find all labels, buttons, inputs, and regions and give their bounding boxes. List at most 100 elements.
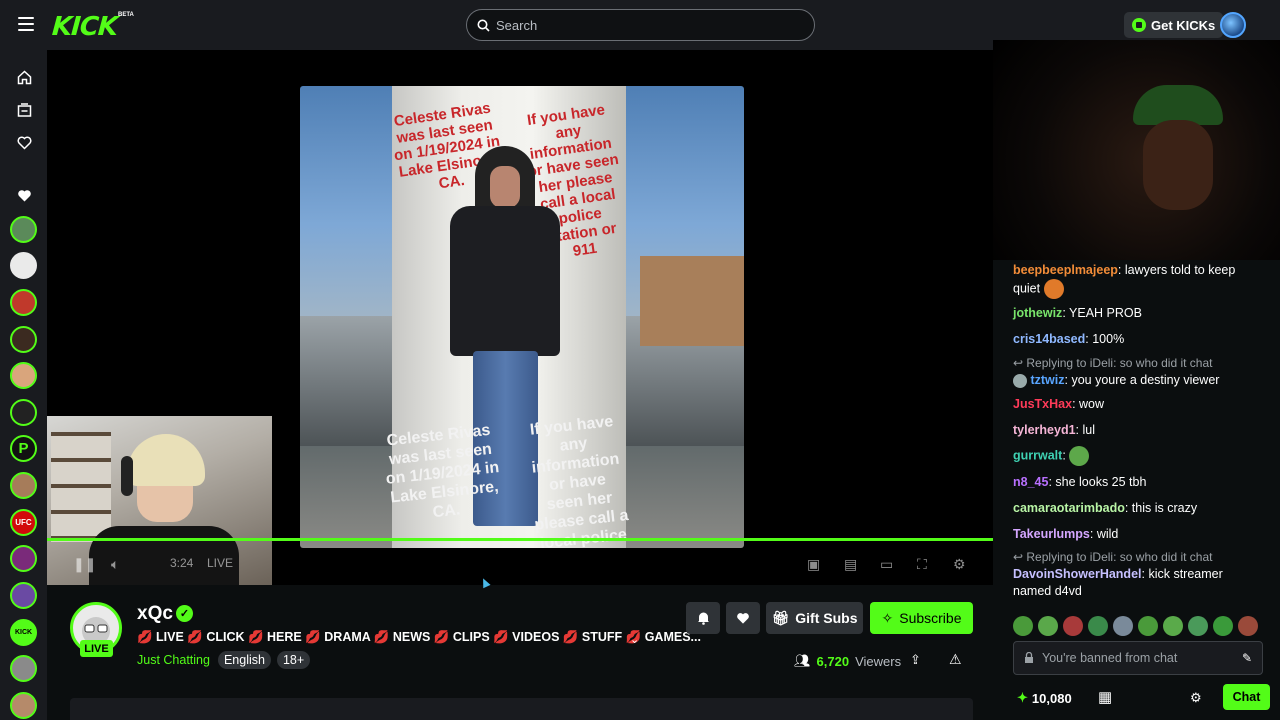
emote-icon[interactable] bbox=[1013, 616, 1033, 636]
tag-mature[interactable]: 18+ bbox=[276, 651, 311, 669]
chat-text: : YEAH PROB bbox=[1062, 306, 1142, 320]
sidebar-channel-avatar[interactable] bbox=[10, 252, 37, 279]
emote-icon[interactable] bbox=[1038, 616, 1058, 636]
fullscreen-icon[interactable]: ⛶ bbox=[917, 556, 927, 573]
category-link[interactable]: Just Chatting bbox=[137, 653, 210, 667]
subscribe-label: Subscribe bbox=[899, 610, 962, 626]
subscribe-button[interactable]: ✧ Subscribe bbox=[870, 602, 973, 634]
channel-points[interactable]: ✦ 10,080 bbox=[1017, 690, 1072, 706]
chat-text: : she looks 25 tbh bbox=[1048, 475, 1147, 489]
sidebar-channel-avatar[interactable] bbox=[10, 326, 37, 353]
sidebar-channel-avatar[interactable] bbox=[10, 545, 37, 572]
clip-icon[interactable]: ▤ bbox=[844, 556, 857, 573]
reply-context[interactable]: ↩ Replying to iDeli: so who did it chat bbox=[1013, 355, 1263, 372]
chat-message: JusTxHax: wow bbox=[1013, 396, 1263, 413]
sidebar-channel-avatar-ufc[interactable]: UFC bbox=[10, 509, 37, 536]
lock-icon bbox=[1025, 652, 1033, 663]
bell-icon bbox=[697, 612, 709, 625]
chat-username[interactable]: camaraotarimbado bbox=[1013, 501, 1125, 515]
chat-settings-gear-icon[interactable]: ⚙ bbox=[1190, 690, 1202, 706]
user-avatar[interactable] bbox=[1220, 12, 1246, 38]
overlay-webcam-image bbox=[993, 40, 1280, 260]
channel-info: LIVE xQc ✓ 💋 LIVE 💋 CLICK 💋 HERE 💋 DRAMA… bbox=[47, 585, 993, 720]
emote-icon[interactable] bbox=[1163, 616, 1183, 636]
theater-mode-icon[interactable]: ▭ bbox=[880, 556, 893, 573]
chat-username[interactable]: tylerheyd1 bbox=[1013, 423, 1076, 437]
sidebar-channel-avatar[interactable] bbox=[10, 655, 37, 682]
sidebar-channel-avatar[interactable] bbox=[10, 472, 37, 499]
beta-label: BETA bbox=[118, 12, 134, 18]
sidebar-channel-avatar[interactable]: P bbox=[10, 435, 37, 462]
chat-text: : wild bbox=[1089, 527, 1119, 541]
chat-username[interactable]: tztwiz bbox=[1030, 373, 1064, 387]
chat-username[interactable]: beepbeeplmajeep bbox=[1013, 263, 1118, 277]
about-panel-edge bbox=[70, 698, 973, 720]
emote-picker-icon[interactable]: ✎ bbox=[1242, 651, 1252, 665]
emote-icon bbox=[1043, 279, 1064, 299]
chat-username[interactable]: n8_45 bbox=[1013, 475, 1048, 489]
chat-username[interactable]: cris14based bbox=[1013, 332, 1085, 346]
followed-channels-heart-icon bbox=[14, 186, 34, 206]
search-input[interactable] bbox=[496, 17, 796, 33]
tag-language[interactable]: English bbox=[217, 651, 271, 669]
sidebar-channel-avatar[interactable] bbox=[10, 362, 37, 389]
emote-icon[interactable] bbox=[1213, 616, 1233, 636]
chat-message: jothewiz: YEAH PROB bbox=[1013, 305, 1263, 322]
emote-icon[interactable] bbox=[1238, 616, 1258, 636]
picture-in-picture-icon[interactable]: ▣ bbox=[807, 556, 820, 573]
sidebar-channel-avatar[interactable] bbox=[10, 399, 37, 426]
share-icon[interactable]: ⇪ bbox=[910, 652, 921, 668]
emote-icon[interactable] bbox=[1063, 616, 1083, 636]
chat-message: camaraotarimbado: this is crazy bbox=[1013, 500, 1263, 517]
gift-subs-button[interactable]: 🎁︎ Gift Subs bbox=[766, 602, 863, 634]
chat-send-button[interactable]: Chat bbox=[1223, 684, 1270, 710]
chat-username[interactable]: jothewiz bbox=[1013, 306, 1062, 320]
get-kicks-label: Get KICKs bbox=[1151, 17, 1216, 33]
get-kicks-button[interactable]: Get KICKs bbox=[1124, 12, 1224, 38]
report-warning-icon[interactable]: ⚠ bbox=[949, 651, 962, 668]
chat-username[interactable]: JusTxHax bbox=[1013, 397, 1072, 411]
live-indicator: LIVE bbox=[207, 556, 234, 570]
emote-icon[interactable] bbox=[1188, 616, 1208, 636]
following-icon[interactable] bbox=[14, 133, 34, 153]
chat-username[interactable]: DavoinShowerHandel bbox=[1013, 567, 1142, 581]
expand-title-chevron-icon[interactable]: ⌄ bbox=[630, 633, 639, 646]
sidebar-channel-avatar-kick[interactable]: KICK bbox=[10, 619, 37, 646]
sidebar-channel-avatar[interactable] bbox=[10, 692, 37, 719]
follow-heart-button[interactable] bbox=[726, 602, 760, 634]
poster-text-bottom-right: If you have any information or have seen… bbox=[529, 413, 630, 548]
progress-bar[interactable] bbox=[47, 538, 993, 541]
chat-text: : bbox=[1062, 448, 1066, 463]
badge-icon bbox=[1013, 373, 1027, 388]
store-icon[interactable]: ▦ bbox=[1098, 688, 1112, 706]
sidebar-channel-avatar[interactable] bbox=[10, 289, 37, 316]
chat-message: gurrwalt: bbox=[1013, 446, 1263, 466]
sidebar-channel-avatar[interactable] bbox=[10, 582, 37, 609]
emote-icon[interactable] bbox=[1113, 616, 1133, 636]
kick-logo[interactable]: KICK bbox=[51, 12, 118, 42]
reply-context[interactable]: ↩ Replying to iDeli: so who did it chat bbox=[1013, 549, 1263, 566]
chat-message: beepbeeplmajeep: lawyers told to keep qu… bbox=[1013, 262, 1263, 299]
emote-icon[interactable] bbox=[1138, 616, 1158, 636]
volume-icon[interactable]: 🔈︎ bbox=[111, 556, 119, 573]
home-icon[interactable] bbox=[14, 67, 34, 87]
verified-badge-icon: ✓ bbox=[176, 605, 193, 622]
points-value: 10,080 bbox=[1031, 690, 1072, 706]
channel-name[interactable]: xQc bbox=[137, 603, 173, 625]
viewer-count: 👥︎ 6,720 Viewers bbox=[794, 653, 901, 669]
search-bar[interactable] bbox=[466, 9, 815, 41]
pause-icon[interactable]: ❚❚ bbox=[73, 556, 96, 573]
emote-icon[interactable] bbox=[1088, 616, 1108, 636]
chat-username[interactable]: gurrwalt bbox=[1013, 448, 1062, 462]
notification-bell-button[interactable] bbox=[686, 602, 720, 634]
chat-message: Takeurlumps: wild bbox=[1013, 526, 1263, 543]
settings-gear-icon[interactable]: ⚙ bbox=[953, 556, 966, 573]
browse-icon[interactable] bbox=[14, 100, 34, 120]
video-player[interactable]: Celeste Rivas was last seen on 1/19/2024… bbox=[47, 50, 993, 585]
sidebar-channel-avatar[interactable] bbox=[10, 216, 37, 243]
chat-username[interactable]: Takeurlumps bbox=[1013, 527, 1090, 541]
quick-emotes-bar bbox=[1013, 616, 1258, 636]
missing-person-poster-image: Celeste Rivas was last seen on 1/19/2024… bbox=[300, 86, 744, 548]
menu-icon[interactable] bbox=[18, 17, 34, 31]
chat-input-banned: You're banned from chat ✎ bbox=[1013, 641, 1263, 675]
